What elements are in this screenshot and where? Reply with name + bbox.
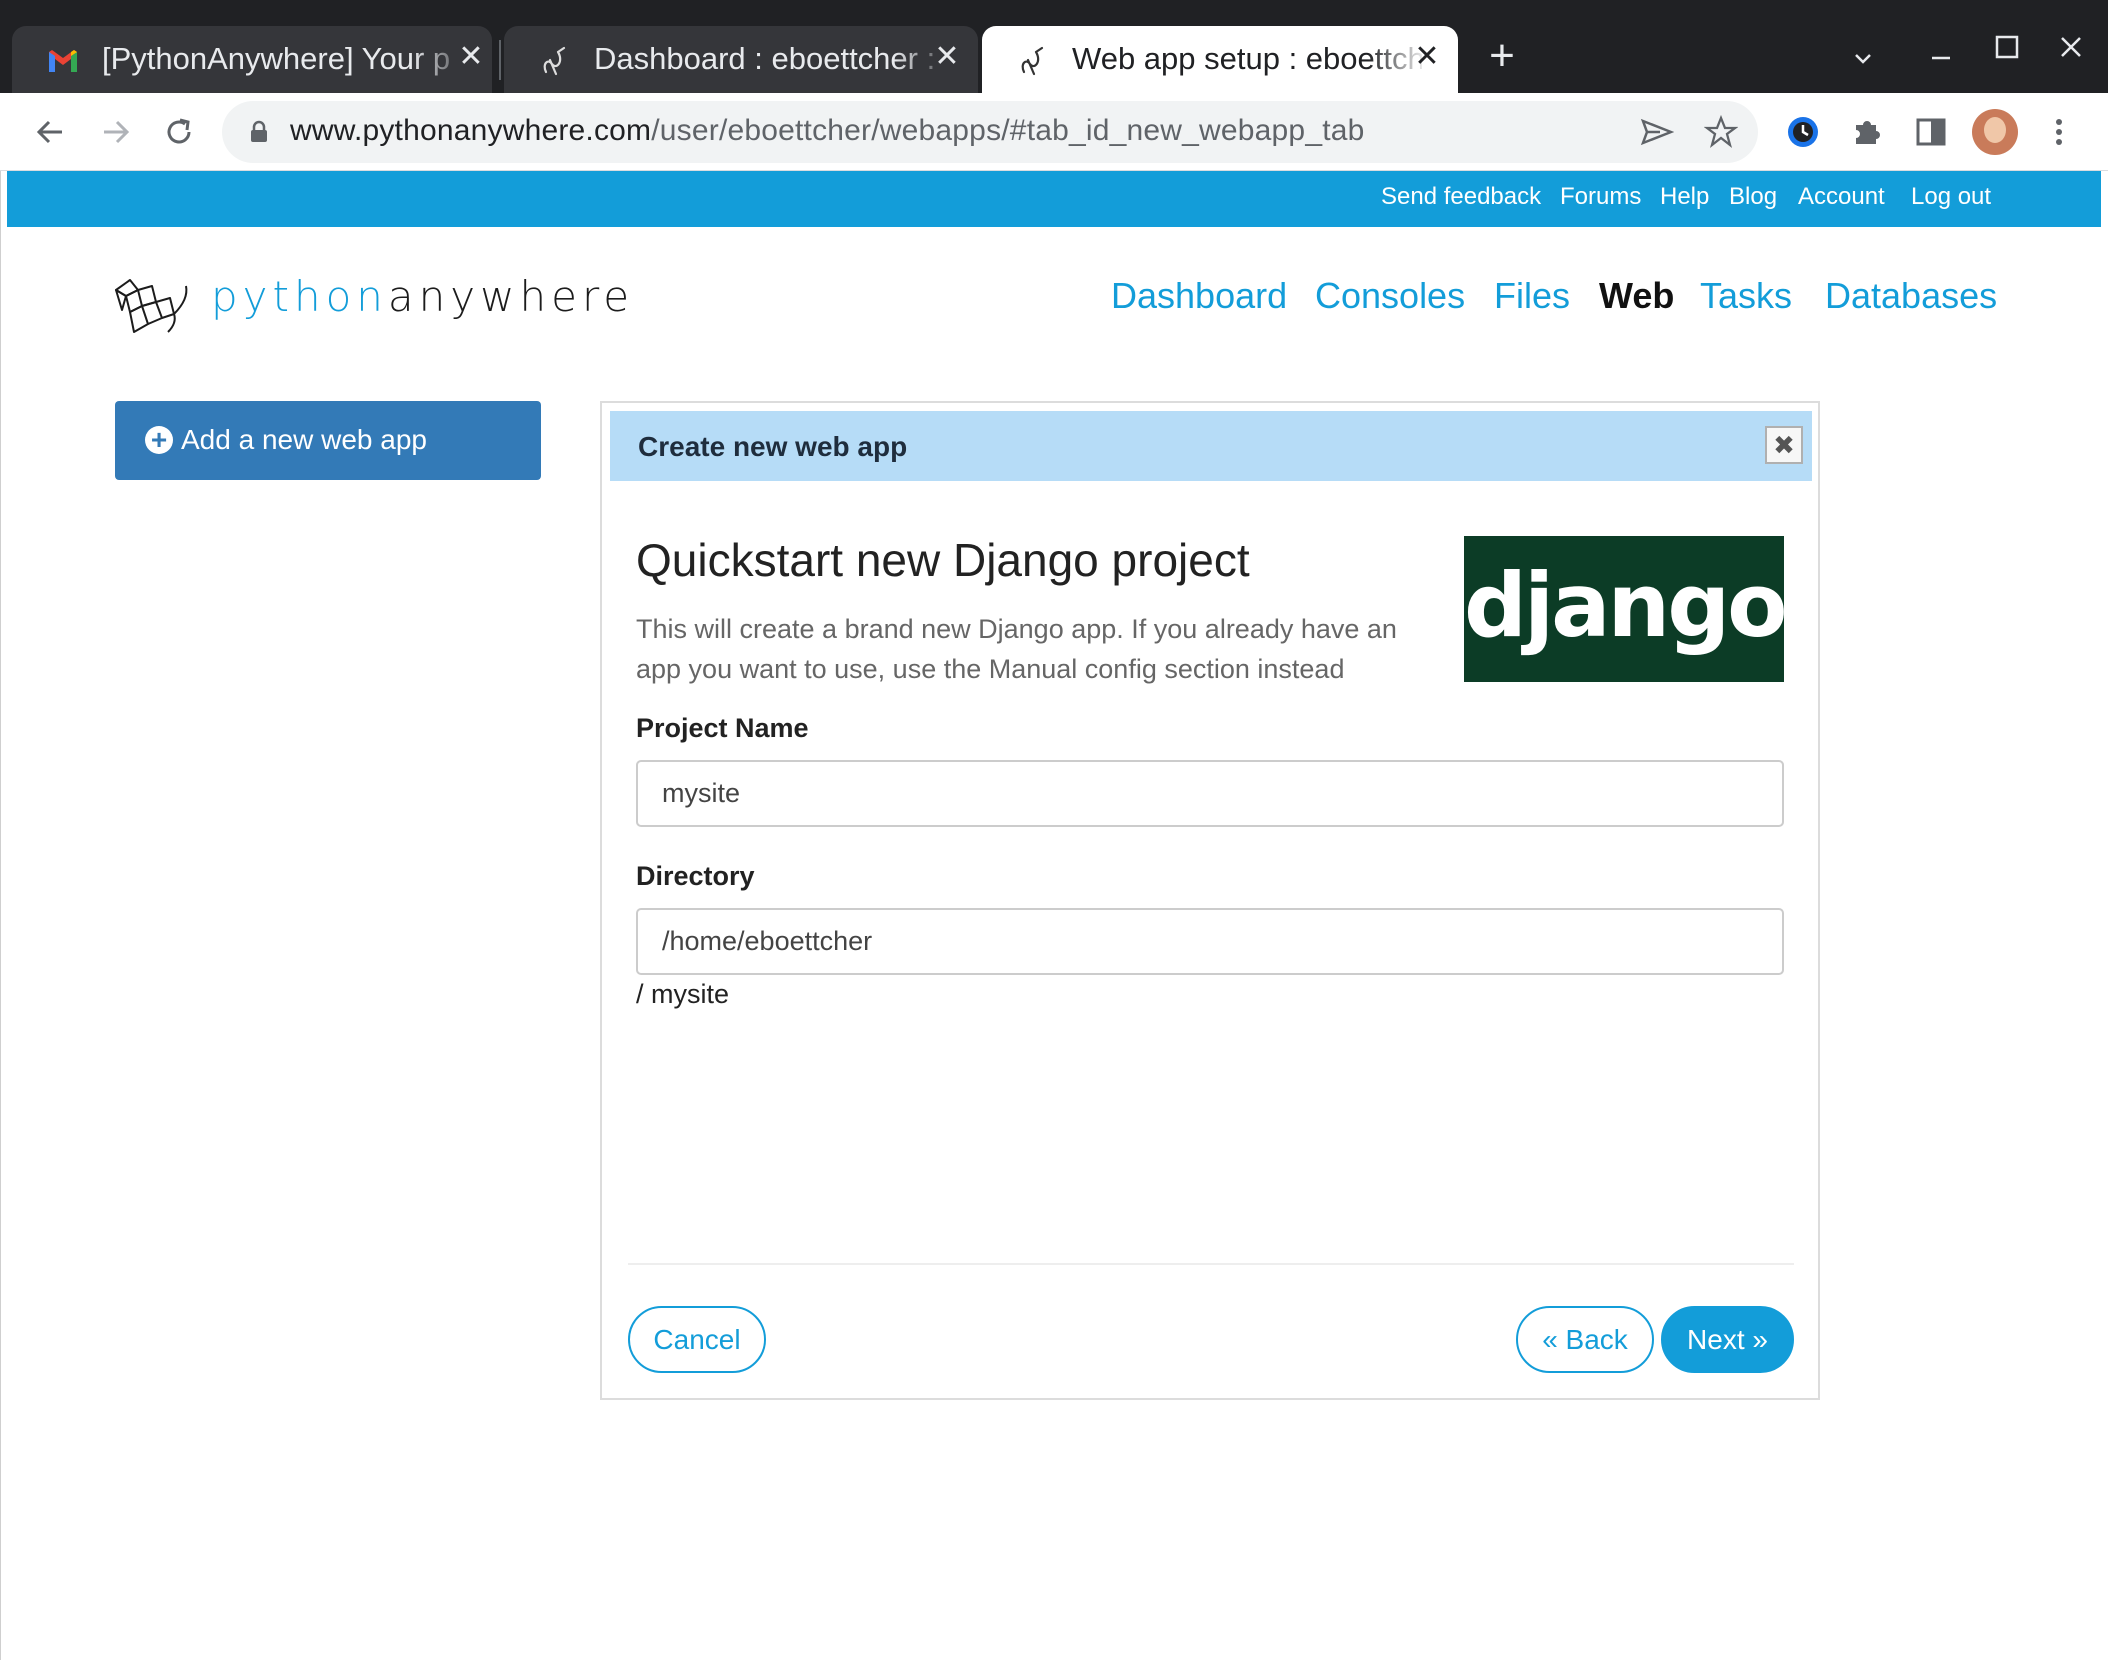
project-name-label: Project Name (636, 713, 809, 743)
gmail-icon (49, 50, 77, 72)
profile-avatar[interactable] (1972, 109, 2018, 155)
form-heading: Quickstart new Django project (636, 534, 1250, 586)
nav-files[interactable]: Files (1494, 275, 1570, 317)
pythonanywhere-icon (1021, 46, 1044, 76)
new-tab-button[interactable]: + (1480, 34, 1524, 78)
logo-python: python (211, 272, 388, 321)
pythonanywhere-wordmark[interactable]: pythonanywhere (211, 272, 634, 321)
extension-timer-icon[interactable] (1782, 111, 1824, 153)
project-name-input[interactable] (636, 760, 1784, 827)
nav-web[interactable]: Web (1599, 275, 1674, 317)
back-arrow-icon[interactable] (30, 111, 72, 153)
window-close-icon[interactable] (2056, 32, 2086, 62)
lock-icon[interactable] (246, 118, 272, 146)
url-text: www.pythonanywhere.com/user/eboettcher/w… (290, 114, 1365, 148)
side-panel-icon[interactable] (1910, 111, 1952, 153)
url-host: www.pythonanywhere.com (290, 114, 652, 147)
tab-close-icon[interactable]: ✕ (454, 40, 488, 74)
forums-link[interactable]: Forums (1560, 183, 1641, 211)
send-feedback-link[interactable]: Send feedback (1381, 183, 1541, 211)
tab-search-chevron-down-icon[interactable] (1848, 44, 1878, 74)
browser-toolbar: www.pythonanywhere.com/user/eboettcher/w… (0, 93, 2108, 171)
url-path: /user/eboettcher/webapps/#tab_id_new_web… (651, 114, 1365, 147)
minimize-icon[interactable] (1926, 40, 1956, 70)
account-link[interactable]: Account (1798, 183, 1885, 211)
directory-suffix: / mysite (636, 979, 730, 1009)
tab-close-icon[interactable]: ✕ (930, 40, 964, 74)
tab-title: [PythonAnywhere] Your p (102, 41, 451, 76)
browser-tab-dashboard[interactable]: Dashboard : eboettcher : I ✕ (504, 26, 978, 93)
blog-link[interactable]: Blog (1729, 183, 1777, 211)
django-logo: django (1464, 536, 1788, 682)
tab-separator (499, 40, 501, 80)
add-new-web-app-button[interactable]: + Add a new web app (115, 401, 541, 480)
bookmark-star-icon[interactable] (1704, 115, 1738, 149)
directory-label: Directory (636, 861, 755, 891)
help-link[interactable]: Help (1660, 183, 1709, 211)
form-description: This will create a brand new Django app.… (636, 614, 1397, 684)
log-out-link[interactable]: Log out (1911, 183, 1991, 211)
tab-title: Dashboard : eboettcher : I (594, 41, 944, 76)
window-edge (0, 171, 7, 1660)
avatar-face (1984, 117, 2006, 143)
cancel-button[interactable]: Cancel (628, 1306, 766, 1373)
address-bar[interactable]: www.pythonanywhere.com/user/eboettcher/w… (222, 101, 1758, 163)
nav-databases[interactable]: Databases (1825, 275, 1997, 317)
nav-dashboard[interactable]: Dashboard (1111, 275, 1287, 317)
forward-arrow-icon[interactable] (94, 111, 136, 153)
pythonanywhere-icon (543, 46, 566, 76)
menu-kebab-icon[interactable] (2038, 111, 2080, 153)
directory-input[interactable] (636, 908, 1784, 975)
dialog-close-icon[interactable]: ✖ (1765, 426, 1803, 464)
maximize-icon[interactable] (1992, 32, 2022, 62)
plus-circle-icon: + (145, 426, 173, 454)
send-to-devices-icon[interactable] (1640, 117, 1674, 147)
pythonanywhere-logo-icon[interactable] (112, 276, 194, 338)
back-button[interactable]: « Back (1516, 1306, 1654, 1373)
dialog-title: Create new web app (638, 431, 908, 462)
extensions-puzzle-icon[interactable] (1846, 111, 1888, 153)
browser-tab-gmail[interactable]: [PythonAnywhere] Your p ✕ (12, 26, 492, 93)
add-button-label: Add a new web app (181, 424, 427, 455)
nav-consoles[interactable]: Consoles (1315, 275, 1465, 317)
dialog-footer-divider (628, 1263, 1794, 1265)
tab-close-icon[interactable]: ✕ (1410, 40, 1444, 74)
browser-tab-strip: [PythonAnywhere] Your p ✕ Dashboard : eb… (0, 0, 2108, 93)
site-top-bar: Send feedback Forums Help Blog Account L… (7, 171, 2101, 227)
create-web-app-dialog: Create new web app ✖ Quickstart new Djan… (600, 401, 1820, 1400)
browser-tab-webapp-setup[interactable]: Web app setup : eboettch ✕ (982, 26, 1458, 93)
logo-anywhere: anywhere (387, 272, 635, 321)
reload-icon[interactable] (158, 111, 200, 153)
next-button[interactable]: Next » (1661, 1306, 1794, 1373)
nav-tasks[interactable]: Tasks (1700, 275, 1792, 317)
dialog-header: Create new web app ✖ (610, 411, 1812, 481)
